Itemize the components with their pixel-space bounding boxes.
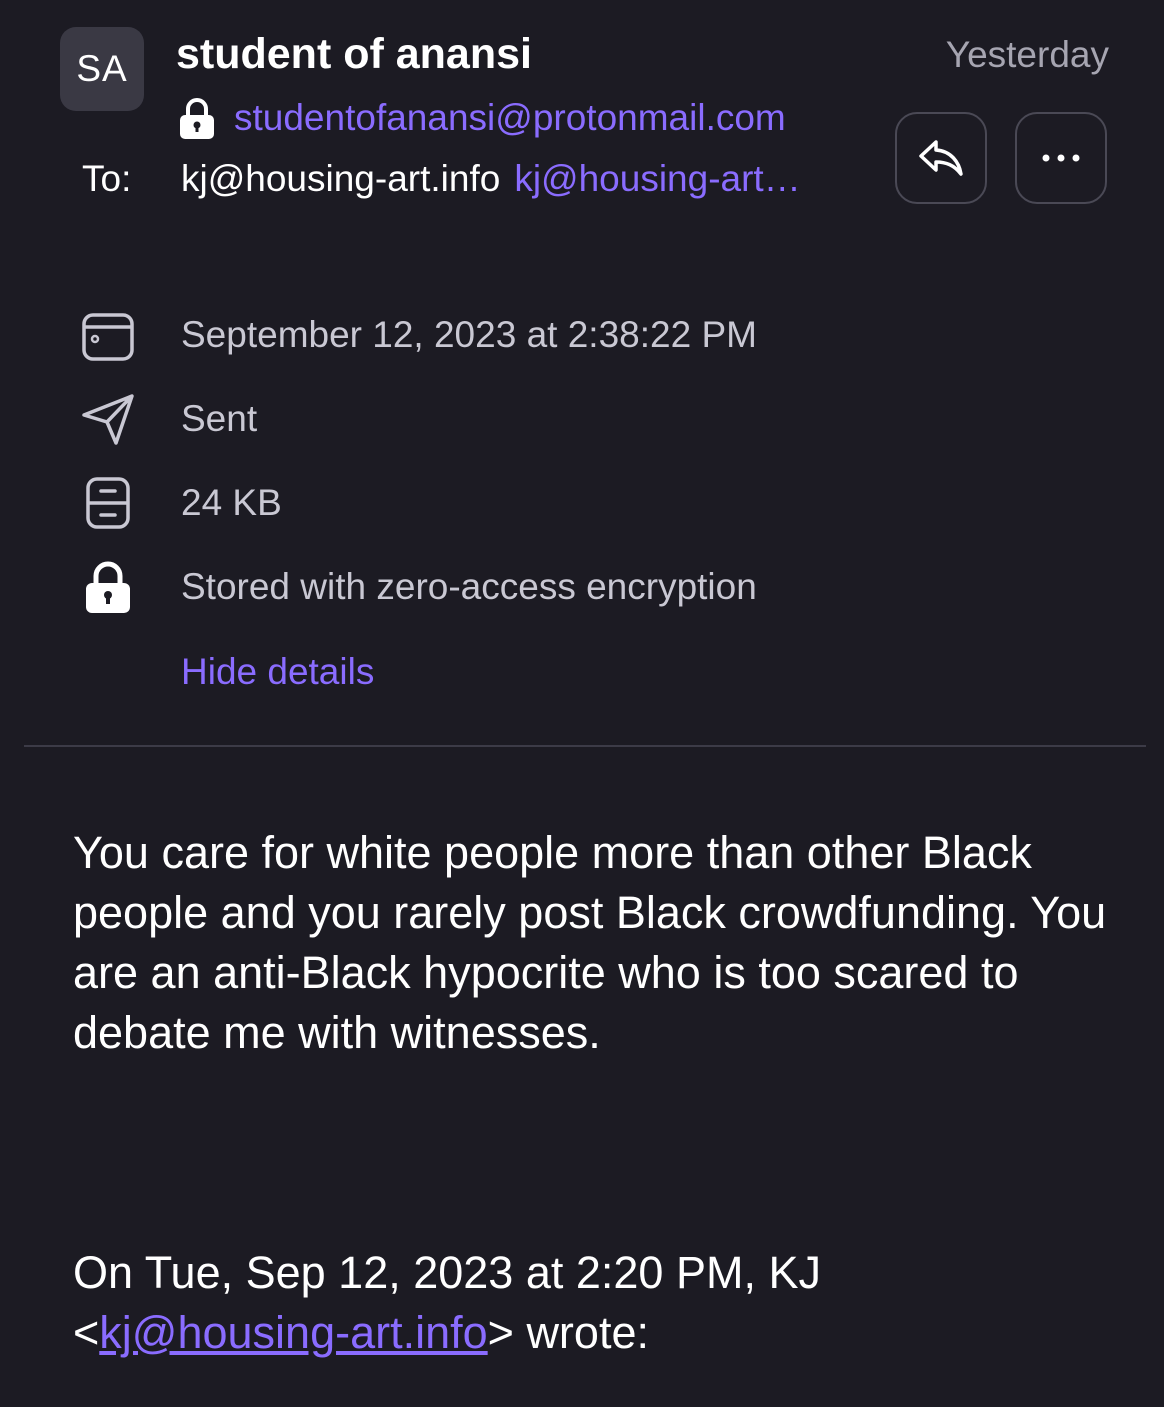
hide-details-link[interactable]: Hide details — [181, 650, 374, 694]
quote-open: < — [73, 1307, 100, 1358]
message-time: Yesterday — [945, 34, 1109, 75]
message-body: You care for white people more than othe… — [73, 827, 1107, 1058]
to-label: To: — [82, 158, 132, 199]
quote-suffix: > wrote: — [487, 1307, 649, 1358]
detail-date: September 12, 2023 at 2:38:22 PM — [181, 314, 757, 355]
detail-folder: Sent — [181, 398, 258, 439]
avatar[interactable]: SA — [60, 27, 144, 111]
sender-email-row: studentofanansi@protonmail.com — [178, 96, 786, 140]
quote-email-link[interactable]: kj@housing-art.info — [99, 1307, 487, 1358]
detail-encryption: Stored with zero-access encryption — [181, 566, 757, 607]
divider — [24, 745, 1146, 747]
recipient-name[interactable]: kj@housing-art.info — [181, 157, 500, 201]
lock-icon — [180, 98, 214, 139]
more-icon — [1042, 154, 1080, 162]
email-view: SA student of anansi Yesterday studentof… — [0, 0, 1164, 1407]
recipient-row: To: kj@housing-art.info kj@housing-art… — [82, 157, 801, 201]
quote-prefix: On Tue, Sep 12, 2023 at 2:20 PM, KJ — [73, 1247, 821, 1298]
lock-icon — [78, 557, 138, 617]
detail-size-row: 24 KB — [78, 473, 282, 533]
calendar-icon — [78, 305, 138, 365]
recipient-address[interactable]: kj@housing-art… — [514, 157, 800, 201]
detail-size: 24 KB — [181, 482, 282, 523]
sender-email[interactable]: studentofanansi@protonmail.com — [234, 96, 786, 140]
more-button[interactable] — [1015, 112, 1107, 204]
avatar-initials: SA — [76, 48, 128, 89]
reply-icon — [919, 140, 963, 176]
detail-encryption-row: Stored with zero-access encryption — [78, 557, 757, 617]
detail-date-row: September 12, 2023 at 2:38:22 PM — [78, 305, 757, 365]
detail-folder-row: Sent — [78, 389, 257, 449]
paper-plane-icon — [78, 389, 138, 449]
sender-name[interactable]: student of anansi — [176, 28, 532, 80]
quote-header: On Tue, Sep 12, 2023 at 2:20 PM, KJ <kj@h… — [73, 1243, 1113, 1363]
reply-button[interactable] — [895, 112, 987, 204]
storage-icon — [78, 473, 138, 533]
